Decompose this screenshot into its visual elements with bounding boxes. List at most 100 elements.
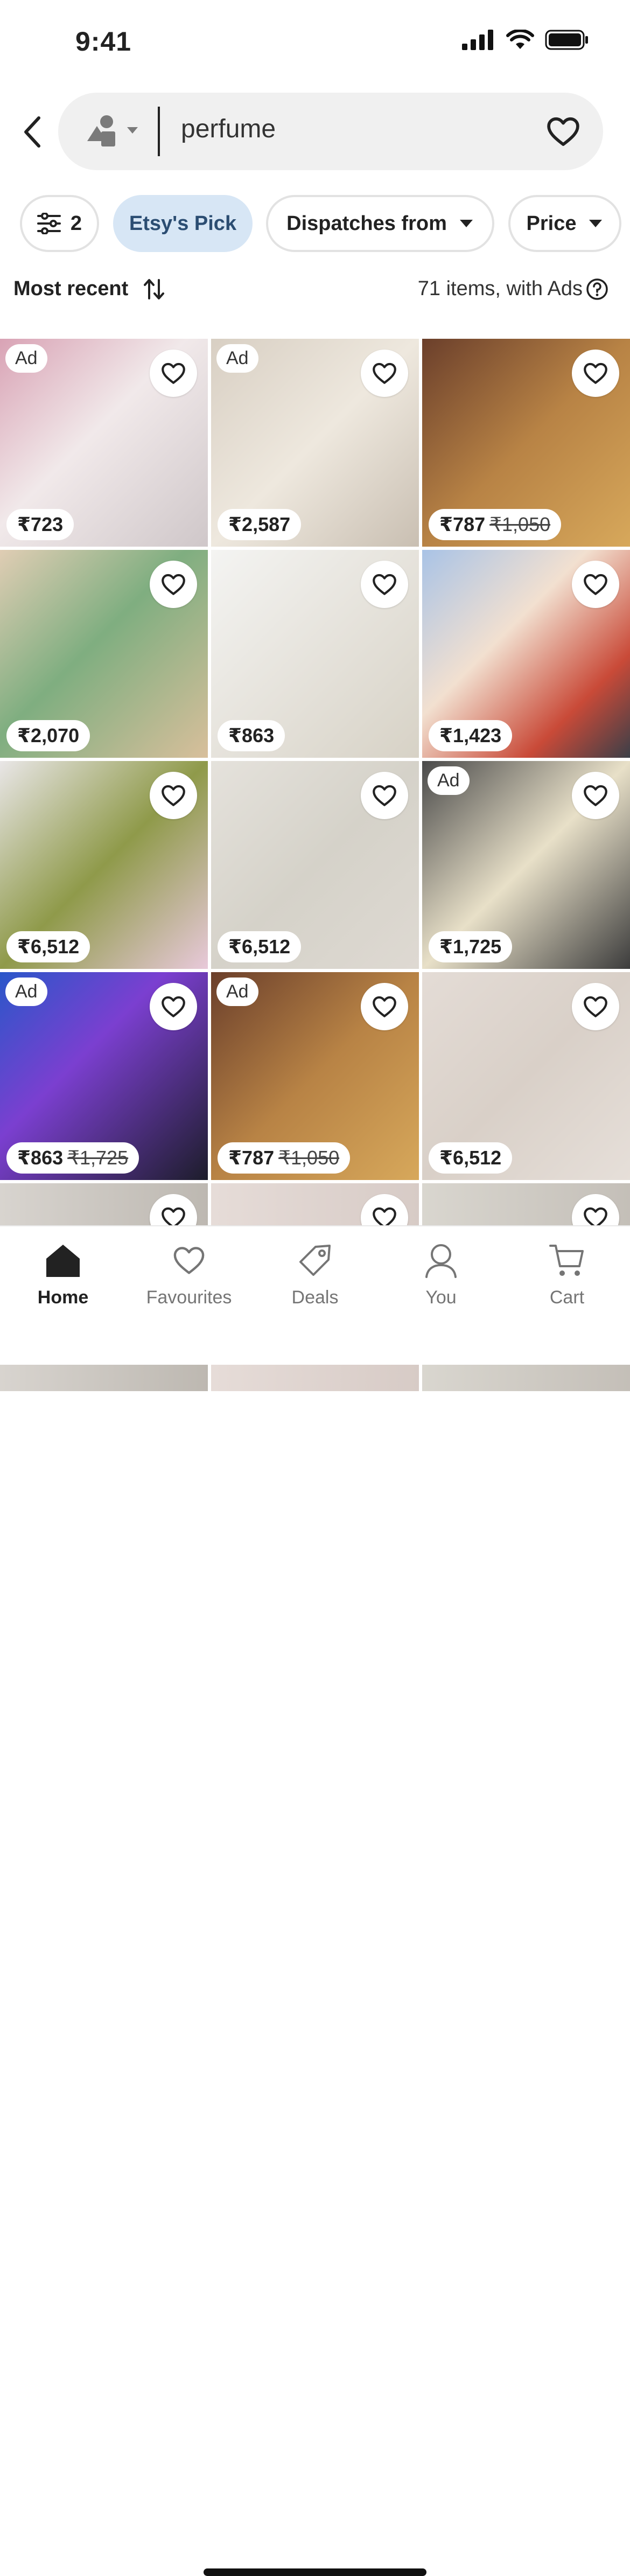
price-value: ₹787 bbox=[228, 1147, 275, 1169]
nav-you-label: You bbox=[425, 1287, 457, 1308]
sort-label: Most recent bbox=[13, 277, 129, 300]
ad-badge: Ad bbox=[5, 344, 47, 373]
original-price: ₹1,050 bbox=[278, 1147, 340, 1169]
heart-icon bbox=[373, 362, 396, 384]
price-tag: ₹2,587 bbox=[218, 509, 302, 540]
dispatches-from-label: Dispatches from bbox=[286, 212, 447, 235]
nav-home-label: Home bbox=[37, 1287, 89, 1308]
back-button[interactable] bbox=[16, 110, 48, 153]
nav-you[interactable]: You bbox=[378, 1242, 504, 1308]
etsys-pick-chip[interactable]: Etsy's Pick bbox=[113, 195, 253, 252]
product-card[interactable]: ₹6,512 bbox=[211, 761, 419, 969]
etsys-pick-label: Etsy's Pick bbox=[129, 212, 237, 235]
product-card[interactable]: ₹6,512 bbox=[422, 972, 630, 1180]
chevron-left-icon bbox=[24, 116, 40, 148]
search-scope-dropdown[interactable] bbox=[85, 114, 144, 149]
price-value: ₹2,587 bbox=[228, 513, 291, 535]
heart-icon bbox=[373, 996, 396, 1017]
favourite-button[interactable] bbox=[361, 772, 408, 819]
search-divider bbox=[158, 107, 160, 156]
product-card[interactable]: ₹6,512 bbox=[0, 761, 208, 969]
favourite-button[interactable] bbox=[361, 350, 408, 397]
price-tag: ₹863 bbox=[218, 720, 285, 751]
heart-icon bbox=[162, 785, 185, 806]
price-tag: ₹1,725 bbox=[429, 931, 513, 962]
price-value: ₹863 bbox=[228, 724, 275, 746]
favourite-button[interactable] bbox=[572, 561, 619, 608]
save-search-button[interactable] bbox=[545, 113, 582, 150]
person-icon bbox=[425, 1244, 457, 1278]
favourite-button[interactable] bbox=[150, 983, 197, 1030]
home-icon bbox=[46, 1245, 80, 1277]
price-value: ₹1,725 bbox=[439, 936, 502, 958]
price-tag: ₹863 ₹1,725 bbox=[6, 1142, 139, 1174]
ad-badge: Ad bbox=[216, 344, 258, 373]
results-count-text: 71 items, with Ads bbox=[417, 277, 583, 300]
price-tag: ₹787 ₹1,050 bbox=[429, 509, 562, 540]
shapes-icon bbox=[87, 115, 138, 146]
favourite-button[interactable] bbox=[572, 983, 619, 1030]
status-time: 9:41 bbox=[75, 26, 132, 57]
nav-deals[interactable]: Deals bbox=[252, 1242, 378, 1308]
search-bar[interactable]: perfume bbox=[58, 93, 603, 170]
search-input[interactable]: perfume bbox=[181, 114, 276, 144]
heart-icon bbox=[162, 362, 185, 384]
product-card[interactable]: Ad ₹1,725 bbox=[422, 761, 630, 969]
heart-icon bbox=[162, 996, 185, 1017]
price-tag: ₹6,512 bbox=[218, 931, 302, 962]
heart-icon bbox=[584, 362, 607, 384]
favourite-button[interactable] bbox=[572, 772, 619, 819]
price-tag: ₹6,512 bbox=[6, 931, 90, 962]
heart-icon bbox=[584, 996, 607, 1017]
favourite-button[interactable] bbox=[361, 983, 408, 1030]
nav-deals-label: Deals bbox=[291, 1287, 339, 1308]
results-count: 71 items, with Ads bbox=[418, 277, 608, 301]
price-value: ₹2,070 bbox=[17, 724, 80, 746]
battery-icon bbox=[545, 30, 588, 50]
tag-icon bbox=[299, 1245, 331, 1276]
heart-icon bbox=[547, 117, 579, 146]
price-value: ₹723 bbox=[17, 513, 64, 535]
product-card[interactable]: ₹1,423 bbox=[422, 550, 630, 758]
favourite-button[interactable] bbox=[572, 350, 619, 397]
nav-favourites-label: Favourites bbox=[146, 1287, 232, 1308]
price-value: ₹6,512 bbox=[17, 936, 80, 958]
price-tag: ₹723 bbox=[6, 509, 74, 540]
nav-home[interactable]: Home bbox=[0, 1242, 126, 1308]
dispatches-from-chip[interactable]: Dispatches from bbox=[266, 195, 494, 252]
ad-badge: Ad bbox=[5, 978, 47, 1006]
price-value: ₹863 bbox=[17, 1147, 64, 1169]
price-value: ₹6,512 bbox=[228, 936, 291, 958]
caret-down-icon bbox=[589, 220, 603, 227]
product-card[interactable]: ₹787 ₹1,050 bbox=[422, 339, 630, 547]
ad-badge: Ad bbox=[216, 978, 258, 1006]
heart-icon bbox=[373, 785, 396, 806]
price-tag: ₹2,070 bbox=[6, 720, 90, 751]
heart-icon bbox=[173, 1247, 205, 1274]
wifi-icon bbox=[506, 30, 534, 49]
home-indicator bbox=[204, 2568, 426, 2576]
favourite-button[interactable] bbox=[150, 350, 197, 397]
nav-cart[interactable]: Cart bbox=[504, 1242, 630, 1308]
favourite-button[interactable] bbox=[150, 772, 197, 819]
filter-count-chip[interactable]: 2 bbox=[20, 195, 99, 252]
heart-icon bbox=[373, 574, 396, 595]
favourite-button[interactable] bbox=[361, 561, 408, 608]
price-tag: ₹6,512 bbox=[429, 1142, 513, 1174]
sort-button[interactable]: Most recent bbox=[13, 277, 165, 301]
bottom-nav: Home Favourites Deals You Cart bbox=[0, 1225, 630, 2576]
product-card[interactable]: Ad ₹723 bbox=[0, 339, 208, 547]
product-card[interactable]: Ad ₹2,587 bbox=[211, 339, 419, 547]
product-card[interactable]: Ad ₹787 ₹1,050 bbox=[211, 972, 419, 1180]
product-card[interactable]: ₹863 bbox=[211, 550, 419, 758]
product-card[interactable]: Ad ₹863 ₹1,725 bbox=[0, 972, 208, 1180]
price-label: Price bbox=[526, 212, 577, 235]
favourite-button[interactable] bbox=[150, 561, 197, 608]
price-value: ₹6,512 bbox=[439, 1147, 502, 1169]
ad-badge: Ad bbox=[428, 766, 470, 795]
help-circle-icon[interactable] bbox=[586, 278, 608, 301]
nav-favourites[interactable]: Favourites bbox=[126, 1242, 252, 1308]
product-card[interactable]: ₹2,070 bbox=[0, 550, 208, 758]
original-price: ₹1,725 bbox=[67, 1147, 129, 1169]
price-chip[interactable]: Price bbox=[508, 195, 621, 252]
